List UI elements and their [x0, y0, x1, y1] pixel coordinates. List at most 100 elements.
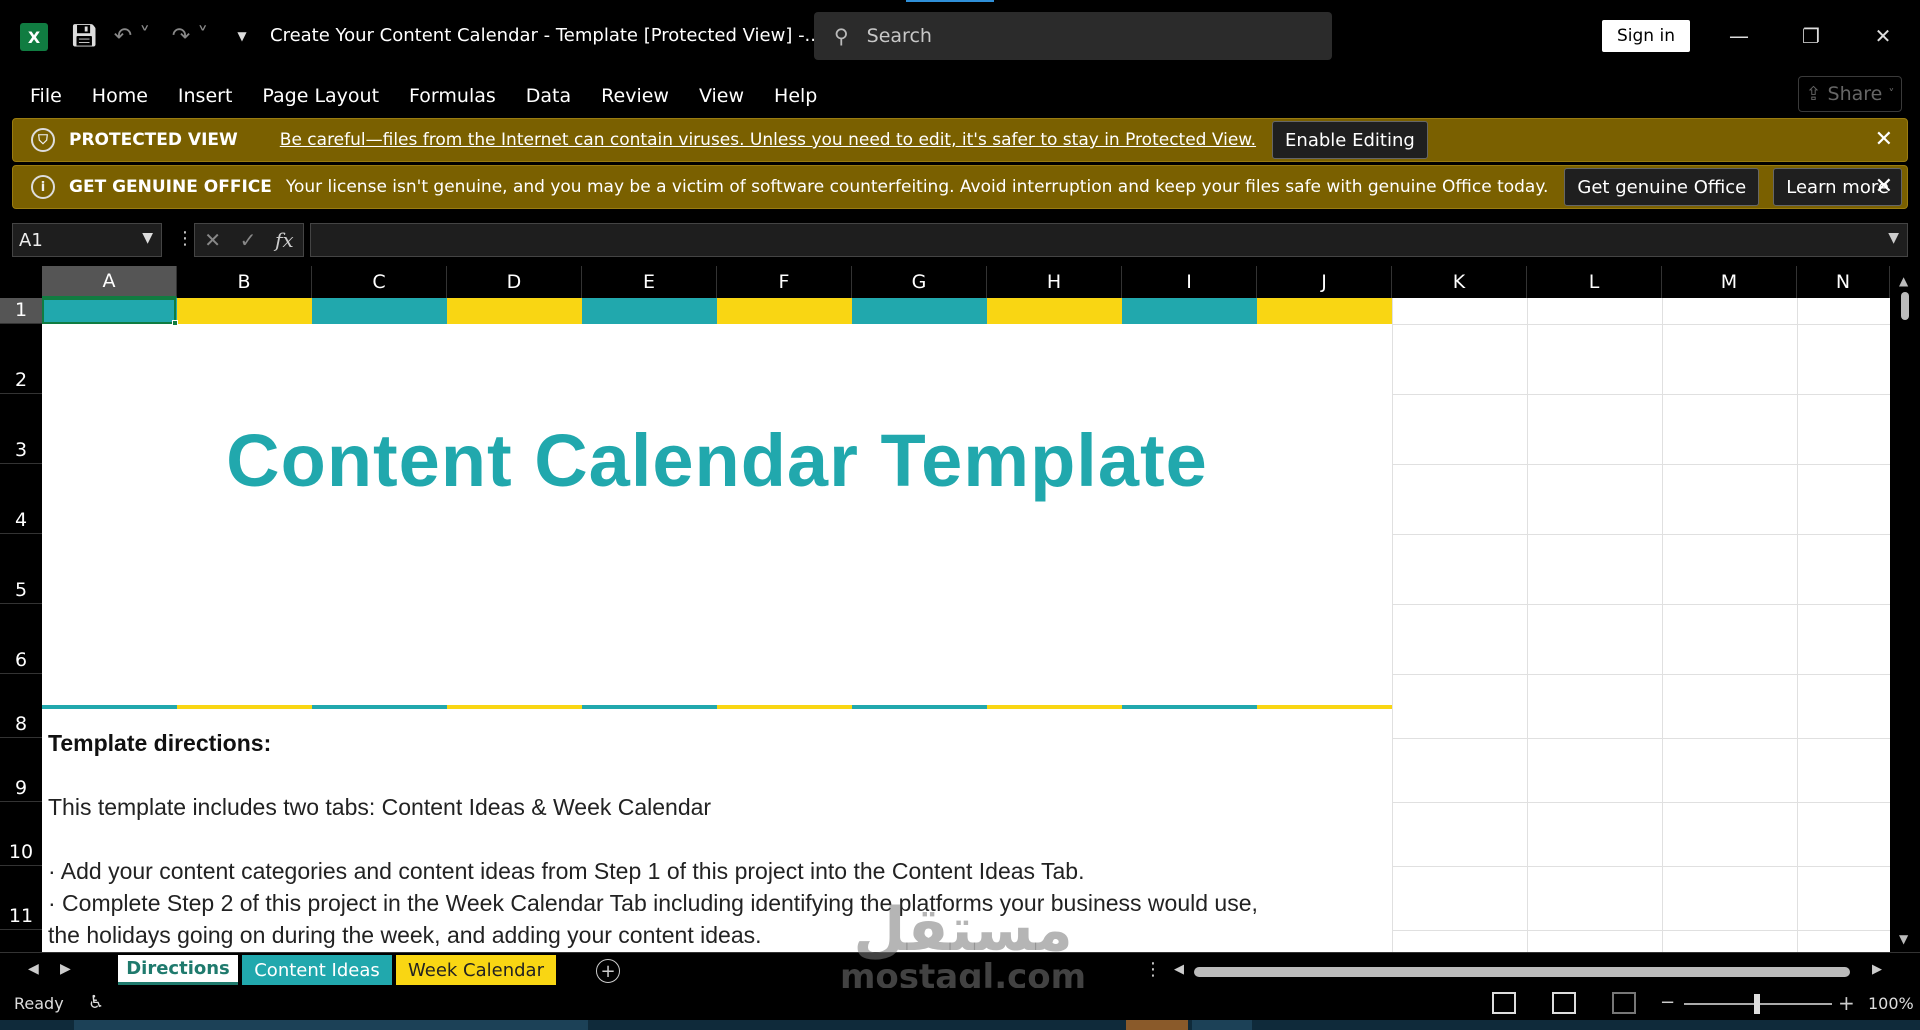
sheet-tab-directions[interactable]: Directions: [118, 955, 238, 985]
sheet-tab-week-calendar[interactable]: Week Calendar: [396, 955, 556, 985]
zoom-slider-thumb[interactable]: [1754, 994, 1760, 1014]
insert-function-icon[interactable]: fx: [275, 228, 294, 252]
gridline: [1392, 464, 1890, 465]
column-header[interactable]: G: [852, 266, 987, 298]
column-header[interactable]: J: [1257, 266, 1392, 298]
confirm-icon[interactable]: ✓: [240, 228, 257, 252]
header-stripe-cell: [312, 298, 447, 324]
row-header[interactable]: 10: [0, 802, 42, 866]
title-bar: X 💾︎ ↶ ˅ ↷ ˅ ▼ Create Your Content Calen…: [0, 0, 1920, 72]
customize-toolbar-icon[interactable]: ▼: [232, 24, 252, 48]
sign-in-button[interactable]: Sign in: [1602, 20, 1690, 52]
title-underline-segment: [987, 705, 1122, 709]
scroll-left-icon[interactable]: ◀: [1174, 962, 1184, 977]
chevron-down-icon: ˅: [1888, 87, 1895, 101]
column-header[interactable]: F: [717, 266, 852, 298]
minimize-button[interactable]: —: [1714, 14, 1764, 58]
zoom-level[interactable]: 100%: [1868, 994, 1914, 1013]
tab-home[interactable]: Home: [92, 85, 148, 107]
name-box[interactable]: A1 ▼: [12, 223, 162, 257]
search-input[interactable]: ⚲ Search: [814, 12, 1332, 60]
tab-formulas[interactable]: Formulas: [409, 85, 496, 107]
cancel-icon[interactable]: ✕: [204, 228, 221, 252]
column-header[interactable]: D: [447, 266, 582, 298]
scroll-down-icon[interactable]: ▼: [1899, 932, 1908, 946]
title-underline-segment: [717, 705, 852, 709]
title-accent-line: [906, 0, 994, 2]
row-header[interactable]: 4: [0, 464, 42, 534]
normal-view-icon[interactable]: [1492, 992, 1516, 1014]
row-header[interactable]: 1: [0, 298, 42, 324]
tab-data[interactable]: Data: [526, 85, 571, 107]
share-label: Share: [1827, 83, 1883, 105]
column-header[interactable]: L: [1527, 266, 1662, 298]
sheet-next-icon[interactable]: ▶: [60, 961, 71, 977]
close-window-button[interactable]: ✕: [1858, 14, 1908, 58]
add-sheet-icon[interactable]: +: [596, 959, 620, 983]
horizontal-scroll-thumb[interactable]: [1194, 967, 1850, 977]
cell-area[interactable]: Content Calendar Template Template direc…: [42, 298, 1890, 952]
row-header[interactable]: 2: [0, 324, 42, 394]
redo-icon[interactable]: ↷ ˅: [170, 22, 210, 50]
column-header[interactable]: I: [1122, 266, 1257, 298]
gridline: [1392, 930, 1890, 931]
page-break-view-icon[interactable]: [1612, 992, 1636, 1014]
column-header[interactable]: B: [177, 266, 312, 298]
row-header[interactable]: 8: [0, 674, 42, 738]
tab-review[interactable]: Review: [601, 85, 669, 107]
sheet-prev-icon[interactable]: ◀: [28, 961, 39, 977]
taskbar-item: [74, 1020, 588, 1030]
save-icon[interactable]: 💾︎: [70, 22, 98, 50]
fill-handle[interactable]: [172, 320, 178, 326]
directions-line: This template includes two tabs: Content…: [48, 794, 712, 820]
row-header[interactable]: 6: [0, 604, 42, 674]
tab-page-layout[interactable]: Page Layout: [262, 85, 379, 107]
title-underline-segment: [312, 705, 447, 709]
template-title: Content Calendar Template: [226, 419, 1208, 502]
formula-input[interactable]: ▼: [310, 223, 1908, 257]
accessibility-icon[interactable]: ♿︎: [88, 992, 104, 1013]
gridline: [1392, 802, 1890, 803]
row-header[interactable]: 3: [0, 394, 42, 464]
tab-file[interactable]: File: [30, 85, 62, 107]
tab-view[interactable]: View: [699, 85, 744, 107]
chevron-down-icon[interactable]: ▼: [1888, 230, 1899, 246]
column-header[interactable]: E: [582, 266, 717, 298]
get-genuine-office-button[interactable]: Get genuine Office: [1564, 168, 1760, 206]
share-button[interactable]: ⇪ Share ˅: [1798, 76, 1902, 112]
enable-editing-button[interactable]: Enable Editing: [1272, 121, 1428, 159]
zoom-in-icon[interactable]: +: [1838, 991, 1855, 1015]
chevron-down-icon[interactable]: ▼: [142, 230, 153, 246]
more-options-icon[interactable]: ⋮: [176, 228, 194, 249]
taskbar-item: [1126, 1020, 1188, 1030]
column-header[interactable]: C: [312, 266, 447, 298]
close-icon[interactable]: ✕: [1875, 127, 1893, 152]
column-header[interactable]: N: [1797, 266, 1890, 298]
more-options-icon[interactable]: ⋮: [1144, 959, 1162, 980]
close-icon[interactable]: ✕: [1875, 174, 1893, 199]
tab-help[interactable]: Help: [774, 85, 817, 107]
restore-button[interactable]: ❐: [1786, 14, 1836, 58]
row-header[interactable]: 9: [0, 738, 42, 802]
row-header[interactable]: 5: [0, 534, 42, 604]
column-header[interactable]: K: [1392, 266, 1527, 298]
sheet-tab-content-ideas[interactable]: Content Ideas: [242, 955, 392, 985]
column-header[interactable]: H: [987, 266, 1122, 298]
gridline: [1392, 534, 1890, 535]
column-header[interactable]: M: [1662, 266, 1797, 298]
title-underline-segment: [447, 705, 582, 709]
page-layout-view-icon[interactable]: [1552, 992, 1576, 1014]
zoom-out-icon[interactable]: −: [1660, 992, 1675, 1013]
row-header[interactable]: 11: [0, 866, 42, 930]
scroll-right-icon[interactable]: ▶: [1872, 962, 1882, 977]
scroll-up-icon[interactable]: ▲: [1899, 274, 1908, 288]
selected-cell[interactable]: [42, 298, 176, 324]
tab-insert[interactable]: Insert: [178, 85, 233, 107]
protected-view-message-link[interactable]: Be careful—files from the Internet can c…: [280, 130, 1256, 150]
header-stripe-cell: [987, 298, 1122, 324]
undo-icon[interactable]: ↶ ˅: [112, 22, 152, 50]
column-header[interactable]: A: [42, 266, 177, 298]
vertical-scroll-thumb[interactable]: [1901, 292, 1909, 320]
vertical-scrollbar[interactable]: ▲ ▼: [1890, 266, 1920, 952]
watermark-arabic: مستقل: [853, 895, 1073, 965]
